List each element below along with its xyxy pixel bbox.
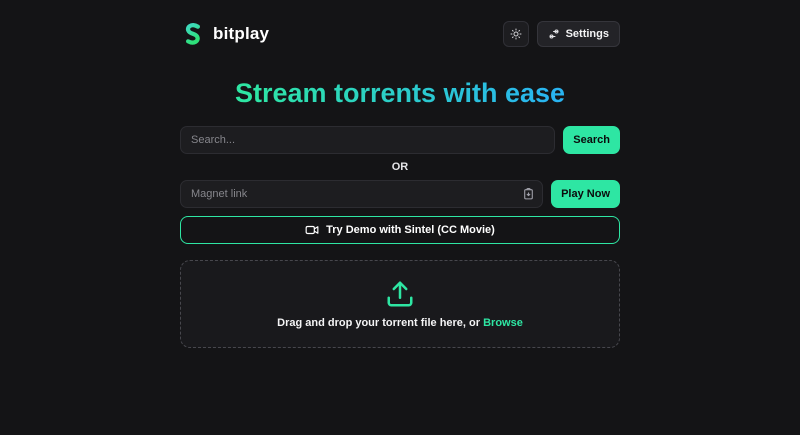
search-button[interactable]: Search [563,126,620,154]
magnet-input-wrap [180,180,543,208]
clipboard-paste-icon [522,188,535,201]
try-demo-button[interactable]: Try Demo with Sintel (CC Movie) [180,216,620,244]
dropzone-text: Drag and drop your torrent file here, or… [277,317,523,329]
upload-icon [385,279,415,309]
search-row: Search [180,126,620,154]
theme-toggle-button[interactable] [503,21,529,47]
bitplay-logo-icon [180,21,206,47]
paste-from-clipboard-button[interactable] [522,188,535,201]
video-camera-icon [305,223,319,237]
torrent-dropzone[interactable]: Drag and drop your torrent file here, or… [180,260,620,348]
dropzone-instruction: Drag and drop your torrent file here, or [277,317,480,329]
page-title: Stream torrents with ease [180,78,620,109]
browse-link[interactable]: Browse [483,317,523,329]
header-actions: Settings [503,21,620,47]
sun-icon [510,28,522,40]
magnet-row: Play Now [180,180,620,208]
try-demo-label: Try Demo with Sintel (CC Movie) [326,224,495,236]
page: bitplay Settings [180,0,620,348]
header: bitplay Settings [180,20,620,48]
search-input[interactable] [180,126,555,154]
magnet-link-input[interactable] [180,180,543,208]
brand: bitplay [180,21,269,47]
settings-button[interactable]: Settings [537,21,620,47]
brand-name: bitplay [213,24,269,44]
play-now-button[interactable]: Play Now [551,180,620,208]
sliders-icon [548,28,560,40]
or-divider: OR [180,161,620,173]
settings-label: Settings [566,28,609,40]
